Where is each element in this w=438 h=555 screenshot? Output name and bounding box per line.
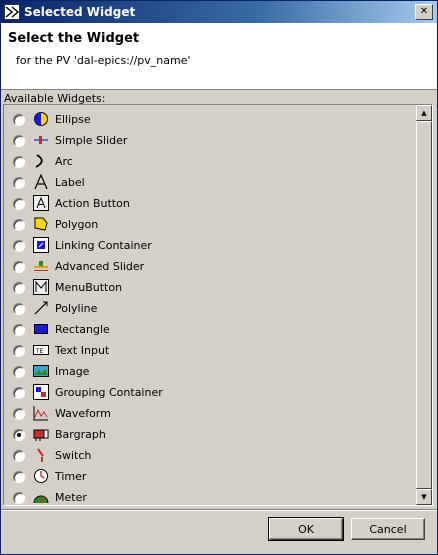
widget-option-action-button[interactable]: Action Button: [4, 193, 416, 214]
scroll-up-button[interactable]: ▲: [416, 105, 432, 121]
widget-option-text-input[interactable]: TE Text Input: [4, 340, 416, 361]
dialog-heading: Select the Widget: [8, 31, 140, 46]
radio-button[interactable]: [13, 156, 25, 168]
meter-icon: [33, 495, 49, 504]
button-bar-divider: [1, 509, 437, 511]
widget-option-grouping-container[interactable]: Grouping Container: [4, 382, 416, 403]
switch-icon: [37, 448, 44, 462]
widget-option-rectangle[interactable]: Rectangle: [4, 319, 416, 340]
widget-list[interactable]: Ellipse Simple Slider Arc Label Action Butto…: [4, 105, 416, 505]
svg-text:TE: TE: [35, 348, 44, 355]
bargraph-icon: [33, 429, 49, 441]
vertical-scrollbar[interactable]: ▲ ▼: [416, 105, 432, 505]
radio-button[interactable]: [13, 408, 25, 420]
widget-option-bargraph[interactable]: Bargraph: [4, 424, 416, 445]
cancel-button[interactable]: Cancel: [351, 518, 425, 540]
widget-option-label: Switch: [55, 449, 92, 462]
dialog-subtitle: for the PV 'dal-epics://pv_name': [16, 54, 191, 67]
timer-icon: [34, 469, 48, 483]
app-icon: [4, 4, 20, 20]
widget-option-ellipse[interactable]: Ellipse: [4, 109, 416, 130]
advanced-slider-icon: [34, 261, 48, 271]
radio-button[interactable]: [13, 219, 25, 231]
dialog-window: Selected Widget ✕ Select the Widget for …: [0, 0, 438, 555]
simple-slider-icon: [34, 136, 48, 144]
radio-button[interactable]: [13, 135, 25, 147]
waveform-icon: [33, 406, 48, 421]
radio-button[interactable]: [13, 345, 25, 357]
radio-button[interactable]: [13, 324, 25, 336]
linking-container-icon: [33, 237, 49, 253]
radio-button[interactable]: [13, 303, 25, 315]
widget-option-arc[interactable]: Arc: [4, 151, 416, 172]
widget-option-label: Waveform: [55, 407, 111, 420]
menu-button-icon: [33, 279, 49, 295]
scroll-thumb[interactable]: [416, 121, 432, 489]
widget-option-menubutton[interactable]: MenuButton: [4, 277, 416, 298]
widget-option-linking-container[interactable]: Linking Container: [4, 235, 416, 256]
radio-button[interactable]: [13, 114, 25, 126]
widget-option-simple-slider[interactable]: Simple Slider: [4, 130, 416, 151]
scroll-down-button[interactable]: ▼: [416, 489, 432, 505]
widget-option-advanced-slider[interactable]: Advanced Slider: [4, 256, 416, 277]
radio-button[interactable]: [13, 177, 25, 189]
widget-option-label: Linking Container: [55, 239, 152, 252]
widget-option-waveform[interactable]: Waveform: [4, 403, 416, 424]
polyline-icon: [34, 301, 48, 315]
action-button-icon: [33, 195, 49, 211]
ellipse-icon: [34, 112, 48, 126]
widget-option-label: Meter: [55, 491, 87, 504]
window-title: Selected Widget: [24, 5, 136, 19]
radio-button[interactable]: [13, 450, 25, 462]
widget-list-box: Ellipse Simple Slider Arc Label Action Butto…: [3, 104, 433, 506]
radio-button[interactable]: [13, 261, 25, 273]
radio-button[interactable]: [13, 282, 25, 294]
radio-button[interactable]: [13, 429, 25, 441]
radio-button[interactable]: [13, 471, 25, 483]
widget-option-polyline[interactable]: Polyline: [4, 298, 416, 319]
widget-option-polygon[interactable]: Polygon: [4, 214, 416, 235]
widget-option-label: Simple Slider: [55, 134, 128, 147]
arc-icon: [35, 154, 43, 168]
radio-button[interactable]: [13, 240, 25, 252]
widget-option-image[interactable]: Image: [4, 361, 416, 382]
grouping-container-icon: [33, 384, 49, 400]
widget-option-label: Polygon: [55, 218, 99, 231]
widget-option-label: MenuButton: [55, 281, 123, 294]
widget-option-meter[interactable]: Meter: [4, 487, 416, 505]
text-input-icon: TE: [33, 345, 49, 355]
radio-button[interactable]: [13, 198, 25, 210]
widget-option-label: Polyline: [55, 302, 98, 315]
close-icon: ✕: [419, 6, 429, 17]
radio-button[interactable]: [13, 387, 25, 399]
widget-option-label: Label: [55, 176, 85, 189]
widget-option-label: Timer: [55, 470, 87, 483]
widget-option-label: Grouping Container: [55, 386, 163, 399]
image-icon: [33, 365, 49, 377]
widget-option-label: Action Button: [55, 197, 130, 210]
widget-option-label: Bargraph: [55, 428, 106, 441]
close-button[interactable]: ✕: [415, 4, 433, 20]
widget-option-label: Arc: [55, 155, 73, 168]
radio-button[interactable]: [13, 492, 25, 504]
header-banner: Select the Widget for the PV 'dal-epics:…: [1, 23, 437, 90]
widget-option-label: Rectangle: [55, 323, 110, 336]
widget-option-label: Image: [55, 365, 90, 378]
widget-option-label: Ellipse: [55, 113, 91, 126]
widget-option-label: Advanced Slider: [55, 260, 145, 273]
ok-button[interactable]: OK: [268, 517, 344, 541]
title-bar[interactable]: Selected Widget ✕: [1, 1, 437, 23]
label-icon: [34, 174, 48, 190]
widget-option-switch[interactable]: Switch: [4, 445, 416, 466]
widget-option-label: Text Input: [55, 344, 110, 357]
widget-option-label[interactable]: Label: [4, 172, 416, 193]
radio-button[interactable]: [13, 366, 25, 378]
polygon-icon: [34, 217, 48, 231]
widget-option-timer[interactable]: Timer: [4, 466, 416, 487]
rectangle-icon: [34, 324, 48, 334]
